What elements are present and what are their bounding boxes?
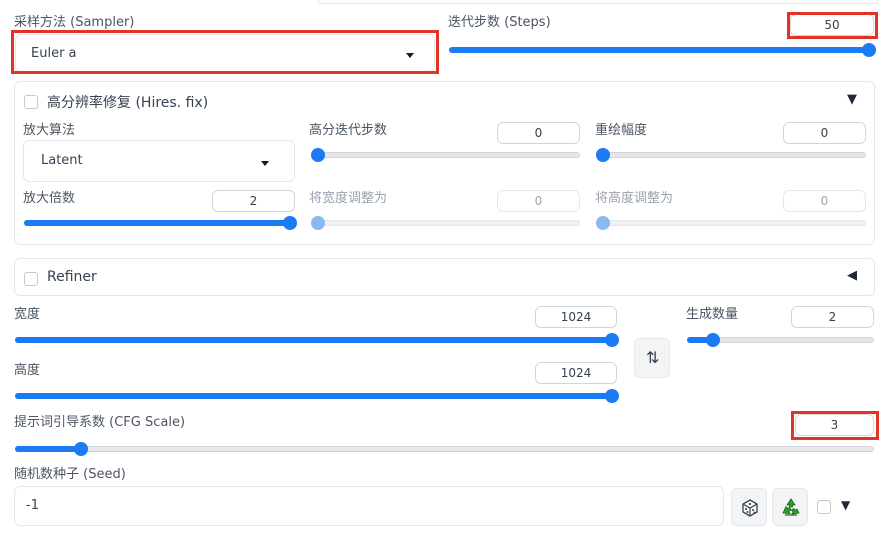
recycle-icon bbox=[782, 498, 800, 516]
steps-input[interactable]: 50 bbox=[790, 14, 874, 36]
random-seed-button[interactable] bbox=[731, 488, 767, 526]
width-label: 宽度 bbox=[14, 307, 41, 322]
cfg-scale-label: 提示词引导系数 (CFG Scale) bbox=[14, 415, 186, 430]
cfg-scale-slider[interactable] bbox=[15, 442, 874, 456]
upscale-by-slider-thumb[interactable] bbox=[283, 216, 297, 230]
steps-slider-fill bbox=[449, 47, 869, 53]
denoising-slider[interactable] bbox=[596, 148, 866, 162]
batch-count-slider[interactable] bbox=[687, 333, 874, 347]
refiner-toggle-icon[interactable]: ◀ bbox=[847, 268, 857, 283]
seed-input[interactable]: -1 bbox=[14, 486, 724, 526]
hires-fix-panel: 高分辨率修复 (Hires. fix) ▼ 放大算法 Latent 高分迭代步数… bbox=[14, 81, 875, 245]
denoising-label: 重绘幅度 bbox=[595, 123, 648, 138]
upscaler-value: Latent bbox=[41, 153, 83, 168]
sampler-label: 采样方法 (Sampler) bbox=[14, 15, 135, 30]
resize-height-input: 0 bbox=[783, 190, 866, 212]
resize-height-slider bbox=[596, 216, 866, 230]
resize-width-slider bbox=[311, 216, 580, 230]
sampler-value: Euler a bbox=[31, 46, 77, 61]
hires-fix-checkbox[interactable] bbox=[24, 95, 38, 109]
denoising-slider-thumb[interactable] bbox=[596, 148, 610, 162]
cfg-scale-slider-fill bbox=[15, 446, 81, 452]
refiner-panel: Refiner ◀ bbox=[14, 258, 875, 296]
top-divider bbox=[318, 0, 878, 4]
height-slider[interactable] bbox=[15, 389, 619, 403]
width-input[interactable]: 1024 bbox=[535, 306, 617, 328]
hires-steps-input[interactable]: 0 bbox=[497, 122, 580, 144]
chevron-down-icon bbox=[406, 53, 414, 58]
upscale-by-slider[interactable] bbox=[24, 216, 297, 230]
width-slider-fill bbox=[15, 337, 612, 343]
width-slider-thumb[interactable] bbox=[605, 333, 619, 347]
hires-steps-label: 高分迭代步数 bbox=[309, 123, 388, 138]
steps-slider-thumb[interactable] bbox=[862, 43, 876, 57]
height-slider-fill bbox=[15, 393, 612, 399]
seed-extra-checkbox[interactable] bbox=[817, 500, 831, 514]
sampler-dropdown[interactable]: Euler a bbox=[15, 34, 435, 72]
denoising-input[interactable]: 0 bbox=[783, 122, 866, 144]
refiner-label: Refiner bbox=[47, 269, 97, 285]
resize-width-input: 0 bbox=[497, 190, 580, 212]
height-input[interactable]: 1024 bbox=[535, 362, 617, 384]
swap-dimensions-icon: ⇅ bbox=[646, 348, 660, 367]
refiner-checkbox[interactable] bbox=[24, 272, 38, 286]
dice-icon bbox=[742, 499, 758, 517]
reuse-seed-button[interactable] bbox=[772, 488, 808, 526]
chevron-down-icon bbox=[261, 161, 269, 166]
upscaler-label: 放大算法 bbox=[23, 123, 76, 138]
height-label: 高度 bbox=[14, 363, 41, 378]
swap-dimensions-button[interactable]: ⇅ bbox=[634, 338, 670, 378]
hires-steps-slider[interactable] bbox=[311, 148, 580, 162]
upscale-by-label: 放大倍数 bbox=[23, 191, 76, 206]
batch-count-input[interactable]: 2 bbox=[791, 306, 874, 328]
hires-fix-toggle-icon[interactable]: ▼ bbox=[847, 92, 857, 107]
resize-width-label: 将宽度调整为 bbox=[309, 191, 388, 206]
upscale-by-slider-fill bbox=[24, 220, 290, 226]
cfg-scale-slider-thumb[interactable] bbox=[74, 442, 88, 456]
resize-height-slider-thumb bbox=[596, 216, 610, 230]
batch-count-slider-thumb[interactable] bbox=[706, 333, 720, 347]
resize-width-slider-thumb bbox=[311, 216, 325, 230]
steps-slider[interactable] bbox=[449, 43, 876, 57]
steps-label: 迭代步数 (Steps) bbox=[448, 15, 551, 30]
height-slider-thumb[interactable] bbox=[605, 389, 619, 403]
cfg-scale-input[interactable]: 3 bbox=[795, 414, 874, 436]
hires-fix-label: 高分辨率修复 (Hires. fix) bbox=[47, 95, 209, 111]
hires-steps-slider-thumb[interactable] bbox=[311, 148, 325, 162]
seed-label: 随机数种子 (Seed) bbox=[14, 467, 126, 482]
seed-extra-toggle-icon[interactable]: ▼ bbox=[841, 498, 850, 512]
upscaler-dropdown[interactable]: Latent bbox=[23, 140, 295, 182]
resize-height-label: 将高度调整为 bbox=[595, 191, 674, 206]
width-slider[interactable] bbox=[15, 333, 619, 347]
upscale-by-input[interactable]: 2 bbox=[212, 190, 295, 212]
batch-count-label: 生成数量 bbox=[686, 307, 739, 322]
